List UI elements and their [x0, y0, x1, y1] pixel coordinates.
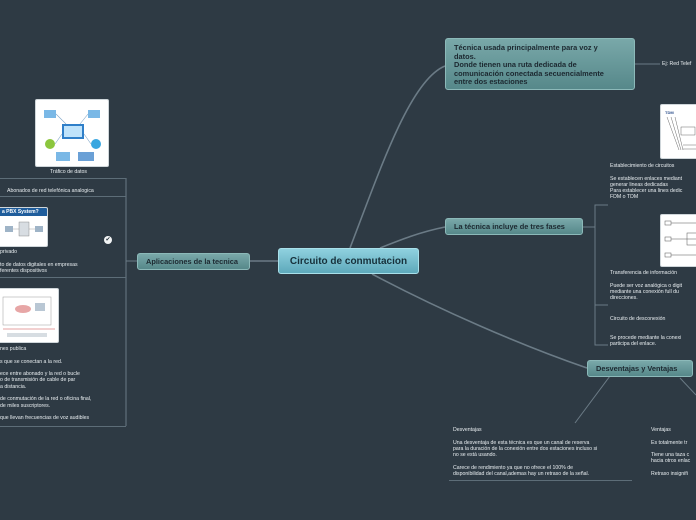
- abonados-underline: [0, 196, 126, 197]
- desventajas-text[interactable]: Desventajas Una desventaja de esta técni…: [453, 427, 597, 477]
- tecnica-child-example[interactable]: Ej: Red Telef: [662, 61, 691, 67]
- privado-underline: [0, 277, 126, 278]
- node-aplicaciones[interactable]: Aplicaciones de la tecnica: [137, 253, 250, 270]
- node-fases[interactable]: La técnica incluye de tres fases: [445, 218, 583, 235]
- pbx-illustration: a PBX System?: [0, 207, 48, 247]
- trafico-underline: [0, 178, 126, 179]
- ventajas-text[interactable]: Ventajas Es totalmente tr Tiene una taza…: [651, 427, 690, 477]
- publica-text[interactable]: nes publica s que se conectan a la red. …: [0, 346, 91, 422]
- phone-network-illustration: [0, 288, 59, 343]
- tecnica-line-5: entre dos estaciones: [454, 77, 528, 87]
- network-illustration: [35, 99, 109, 167]
- central-topic[interactable]: Circuito de conmutacion: [278, 248, 419, 274]
- abonados-label[interactable]: Abonados de red telefónica analogica: [7, 188, 94, 194]
- tdm-illustration: TDM: [660, 104, 696, 159]
- desventajas-underline: [449, 480, 632, 481]
- node-desventajas-ventajas[interactable]: Desventajas y Ventajas: [587, 360, 693, 377]
- fase-establecimiento[interactable]: Establecimiento de circuitos Se establec…: [610, 163, 682, 201]
- fase-transferencia[interactable]: Transferencia de información Puede ser v…: [610, 270, 682, 301]
- privado-text[interactable]: privado to de datos digitales en empresa…: [0, 249, 78, 274]
- trafico-label[interactable]: Tráfico de datos: [50, 169, 87, 175]
- pbx-banner: a PBX System?: [0, 208, 47, 216]
- fase-desconexion[interactable]: Circuito de desconexión Se procede media…: [610, 316, 681, 347]
- node-tecnica[interactable]: Técnica usada principalmente para voz y …: [445, 38, 635, 90]
- svg-text:TDM: TDM: [665, 110, 674, 115]
- tecnica-line-1: Técnica usada principalmente para voz y: [454, 43, 598, 52]
- transfer-illustration: [660, 214, 696, 267]
- publica-underline: [0, 426, 126, 427]
- check-icon[interactable]: ✔: [104, 236, 112, 244]
